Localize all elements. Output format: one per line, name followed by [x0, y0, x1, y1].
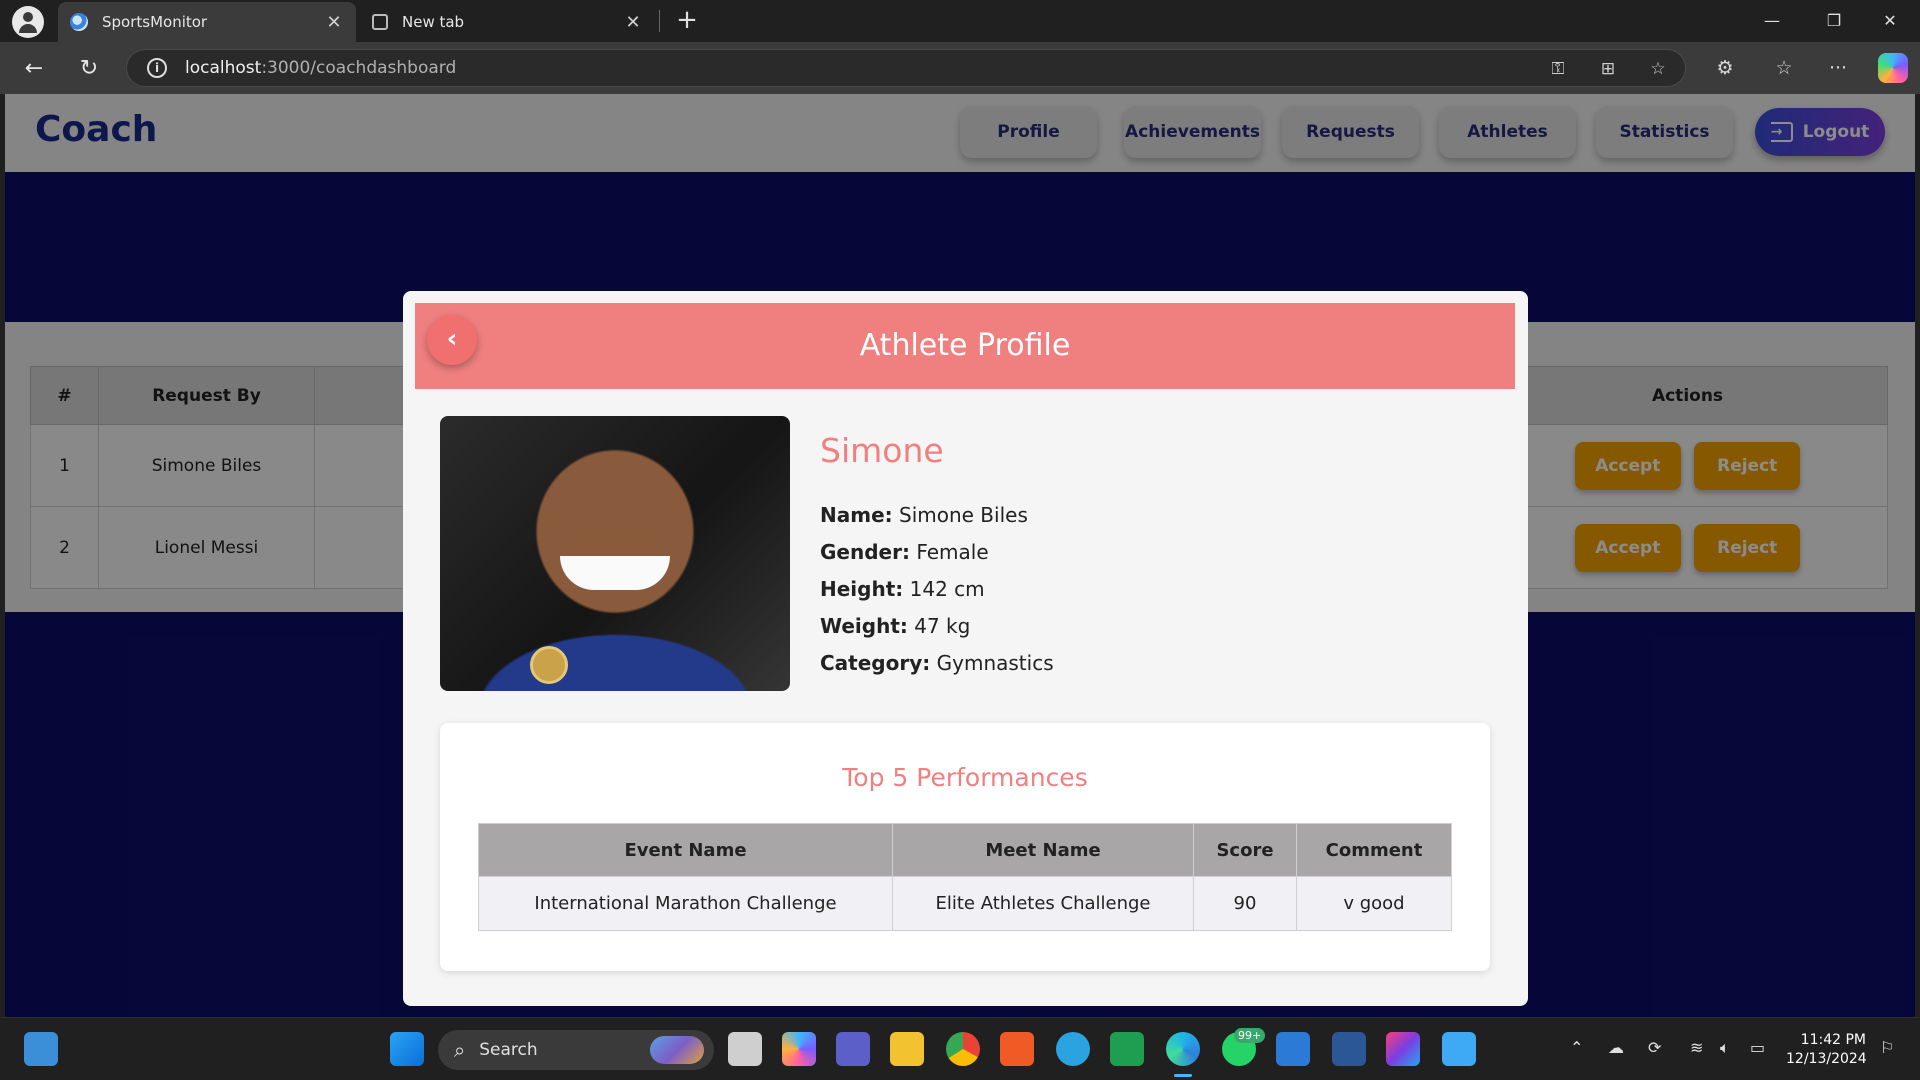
- copilot-icon[interactable]: [1878, 53, 1908, 83]
- telegram-icon[interactable]: [1056, 1032, 1090, 1066]
- table-header-row: Event Name Meet Name Score Comment: [478, 823, 1452, 877]
- browser-tab-bar: SportsMonitor ✕ New tab ✕ + — ❐ ✕: [0, 0, 1920, 42]
- task-view-icon[interactable]: [728, 1032, 762, 1066]
- cell-event-name: International Marathon Challenge: [478, 876, 893, 931]
- search-label: Search: [479, 1040, 538, 1060]
- taskbar-search-input[interactable]: ⌕ Search: [438, 1030, 714, 1070]
- url-host: localhost: [185, 58, 262, 78]
- info-name: Name: Simone Biles: [820, 503, 1028, 527]
- cell-meet-name: Elite Athletes Challenge: [892, 876, 1194, 931]
- info-label: Weight:: [820, 614, 908, 638]
- window-close-icon[interactable]: ✕: [1870, 6, 1910, 36]
- restore-icon[interactable]: ❐: [1814, 6, 1854, 36]
- modal-title: Athlete Profile: [859, 328, 1071, 363]
- close-tab-icon[interactable]: ✕: [324, 12, 344, 33]
- onedrive-icon[interactable]: ☁: [1608, 1038, 1624, 1057]
- new-tab-plus-icon[interactable]: +: [672, 6, 702, 36]
- info-value: 47 kg: [914, 614, 971, 638]
- windows-start-icon[interactable]: [390, 1032, 424, 1066]
- performances-title: Top 5 Performances: [842, 763, 1088, 792]
- reload-icon[interactable]: ↻: [72, 52, 106, 86]
- chrome-icon[interactable]: [946, 1032, 980, 1066]
- info-value: 142 cm: [909, 577, 985, 601]
- intellij-icon[interactable]: [1386, 1032, 1420, 1066]
- minimize-icon[interactable]: —: [1752, 6, 1792, 36]
- extensions-icon[interactable]: ⚙: [1711, 54, 1739, 82]
- back-button[interactable]: ‹: [427, 315, 477, 365]
- tab-label: New tab: [402, 13, 465, 31]
- info-label: Category:: [820, 651, 931, 675]
- col-header-meet-name: Meet Name: [892, 823, 1194, 877]
- file-explorer-icon[interactable]: [890, 1032, 924, 1066]
- notification-badge: 99+: [1234, 1028, 1266, 1043]
- browser-address-bar: ← ↻ i localhost:3000/coachdashboard ⚿ ⊞ …: [0, 42, 1920, 94]
- clock-time: 11:42 PM: [1800, 1032, 1866, 1048]
- site-info-icon[interactable]: i: [147, 58, 167, 78]
- athlete-photo: [440, 416, 790, 691]
- athlete-profile-modal: Athlete Profile ‹ Simone Name: Simone Bi…: [403, 291, 1528, 1006]
- tab-label: SportsMonitor: [102, 13, 208, 31]
- search-highlight-icon: [650, 1036, 704, 1064]
- new-tab-page-icon: [372, 14, 388, 30]
- modal-header: Athlete Profile ‹: [415, 303, 1515, 389]
- widgets-icon[interactable]: [24, 1032, 58, 1066]
- info-value: Female: [916, 540, 989, 564]
- copilot-taskbar-icon[interactable]: [782, 1032, 816, 1066]
- wifi-icon[interactable]: ≋: [1690, 1038, 1703, 1057]
- page-viewport: Coach Profile Achievements Requests Athl…: [5, 94, 1915, 1017]
- key-icon[interactable]: ⚿: [1547, 58, 1569, 80]
- active-app-indicator: [1174, 1074, 1192, 1077]
- brave-icon[interactable]: [1000, 1032, 1034, 1066]
- search-icon: ⌕: [454, 1038, 466, 1062]
- browser-profile-icon[interactable]: [12, 6, 44, 38]
- info-label: Gender:: [820, 540, 910, 564]
- favorites-list-icon[interactable]: ☆: [1770, 54, 1798, 82]
- cell-comment: v good: [1296, 876, 1452, 931]
- table-row: International Marathon Challenge Elite A…: [478, 876, 1452, 931]
- volume-icon[interactable]: 🔈︎: [1720, 1038, 1730, 1058]
- clock-date: 12/13/2024: [1786, 1051, 1867, 1067]
- info-value: Gymnastics: [936, 651, 1054, 675]
- athlete-display-name: Simone: [820, 431, 944, 470]
- info-label: Name:: [820, 503, 893, 527]
- sync-icon[interactable]: ⟳: [1648, 1038, 1661, 1057]
- notepad-icon[interactable]: [1442, 1032, 1476, 1066]
- performances-card: Top 5 Performances Event Name Meet Name …: [440, 723, 1490, 971]
- info-value: Simone Biles: [899, 503, 1028, 527]
- vscode-icon[interactable]: [1276, 1032, 1310, 1066]
- word-icon[interactable]: [1332, 1032, 1366, 1066]
- url-input[interactable]: i localhost:3000/coachdashboard ⚿ ⊞ ☆: [126, 49, 1686, 87]
- performances-table: Event Name Meet Name Score Comment Inter…: [478, 823, 1452, 931]
- back-arrow-icon[interactable]: ←: [17, 52, 51, 86]
- battery-icon[interactable]: ▭: [1750, 1038, 1765, 1057]
- windows-taskbar: ⌕ Search 99+ ⌃ ☁ ⟳ ≋ 🔈︎ ▭ 11:42 PM 12/13…: [0, 1017, 1920, 1080]
- site-favicon-icon: [70, 13, 88, 31]
- col-header-event-name: Event Name: [478, 823, 893, 877]
- info-gender: Gender: Female: [820, 540, 989, 564]
- tab-sportsmonitor[interactable]: SportsMonitor ✕: [58, 2, 356, 42]
- system-clock[interactable]: 11:42 PM 12/13/2024: [1786, 1031, 1867, 1069]
- url-path: :3000/coachdashboard: [261, 58, 457, 78]
- chevron-left-icon: ‹: [446, 324, 458, 354]
- chevron-up-icon[interactable]: ⌃: [1570, 1038, 1583, 1057]
- col-header-comment: Comment: [1296, 823, 1452, 877]
- teams-icon[interactable]: [836, 1032, 870, 1066]
- more-menu-icon[interactable]: ···: [1824, 54, 1852, 82]
- close-tab-icon[interactable]: ✕: [623, 12, 643, 33]
- medal-graphic: [530, 646, 568, 684]
- notifications-bell-icon[interactable]: ⚐: [1880, 1038, 1894, 1057]
- tab-separator: [659, 10, 660, 32]
- favorite-star-icon[interactable]: ☆: [1647, 58, 1669, 80]
- cell-score: 90: [1193, 876, 1297, 931]
- edge-icon[interactable]: [1166, 1032, 1200, 1066]
- info-label: Height:: [820, 577, 904, 601]
- info-height: Height: 142 cm: [820, 577, 985, 601]
- info-category: Category: Gymnastics: [820, 651, 1054, 675]
- app-grid-icon[interactable]: ⊞: [1597, 58, 1619, 80]
- col-header-score: Score: [1193, 823, 1297, 877]
- info-weight: Weight: 47 kg: [820, 614, 970, 638]
- meet-icon[interactable]: [1110, 1032, 1144, 1066]
- tab-new-tab[interactable]: New tab ✕: [360, 2, 655, 42]
